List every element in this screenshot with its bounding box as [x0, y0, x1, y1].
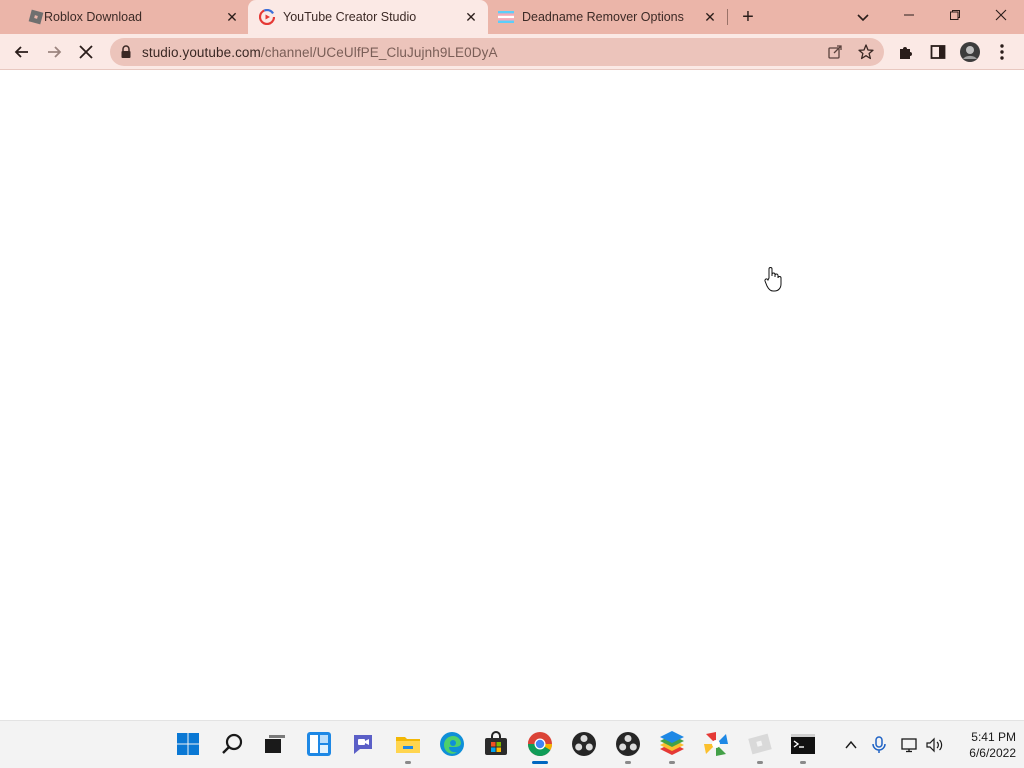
- menu-kebab-icon[interactable]: [992, 42, 1012, 62]
- clock-time: 5:41 PM: [971, 730, 1016, 744]
- tab-title: YouTube Creator Studio: [283, 10, 417, 24]
- url-host: studio.youtube.com: [142, 45, 261, 60]
- bookmark-star-icon[interactable]: [857, 43, 875, 61]
- back-icon[interactable]: [12, 42, 32, 62]
- close-window-icon[interactable]: [978, 0, 1024, 30]
- lock-icon[interactable]: [120, 45, 132, 59]
- show-hidden-icons-icon[interactable]: [841, 735, 861, 755]
- obs-icon[interactable]: [615, 731, 641, 757]
- close-icon[interactable]: ✕: [702, 9, 718, 25]
- chrome-icon[interactable]: [527, 731, 553, 757]
- task-view-icon[interactable]: [262, 731, 288, 757]
- edge-icon[interactable]: [439, 731, 465, 757]
- profile-avatar-icon[interactable]: [959, 41, 981, 63]
- roblox-icon[interactable]: [747, 731, 773, 757]
- app-icon[interactable]: [703, 731, 729, 757]
- address-bar[interactable]: studio.youtube.com/channel/UCeUlfPE_CluJ…: [110, 38, 884, 66]
- windows-taskbar: 5:41 PM 6/6/2022: [0, 720, 1024, 768]
- tab-youtube-creator-studio[interactable]: YouTube Creator Studio ✕: [248, 0, 488, 34]
- clock-date: 6/6/2022: [969, 746, 1016, 760]
- search-icon[interactable]: [219, 731, 245, 757]
- url-text: studio.youtube.com/channel/UCeUlfPE_CluJ…: [142, 45, 498, 60]
- bluestacks-icon[interactable]: [659, 731, 685, 757]
- tab-title: Deadname Remover Options: [522, 10, 684, 24]
- store-icon[interactable]: [483, 731, 509, 757]
- close-icon[interactable]: ✕: [224, 9, 240, 25]
- page-content-blank[interactable]: [0, 71, 1024, 720]
- tab-title: Roblox Download: [44, 10, 142, 24]
- stop-loading-icon[interactable]: [76, 42, 96, 62]
- terminal-icon[interactable]: [790, 731, 816, 757]
- volume-icon[interactable]: [925, 735, 945, 755]
- tab-roblox-download[interactable]: Roblox Download ✕: [8, 0, 248, 34]
- network-icon[interactable]: [900, 735, 920, 755]
- trans-flag-icon: [498, 9, 514, 25]
- running-indicator: [669, 761, 675, 764]
- clock[interactable]: 5:41 PM 6/6/2022: [952, 729, 1016, 761]
- youtube-studio-icon: [258, 8, 276, 26]
- tab-search-icon[interactable]: [853, 7, 873, 27]
- extensions-icon[interactable]: [896, 42, 916, 62]
- widgets-icon[interactable]: [306, 731, 332, 757]
- close-icon[interactable]: ✕: [463, 9, 479, 25]
- share-icon[interactable]: [826, 43, 844, 61]
- roblox-icon: [28, 9, 44, 25]
- running-indicator: [405, 761, 411, 764]
- restore-icon[interactable]: [932, 0, 978, 30]
- hand-cursor-icon: [764, 266, 782, 292]
- obs-icon[interactable]: [571, 731, 597, 757]
- microphone-icon[interactable]: [869, 735, 889, 755]
- running-indicator: [757, 761, 763, 764]
- new-tab-icon[interactable]: +: [738, 7, 758, 27]
- active-indicator: [532, 761, 548, 764]
- browser-window: Roblox Download ✕ YouTube Creator Studio…: [0, 0, 1024, 720]
- forward-icon[interactable]: [44, 42, 64, 62]
- side-panel-icon[interactable]: [928, 42, 948, 62]
- chat-icon[interactable]: [350, 731, 376, 757]
- browser-toolbar: studio.youtube.com/channel/UCeUlfPE_CluJ…: [0, 34, 1024, 70]
- minimize-icon[interactable]: [886, 0, 932, 30]
- url-path: /channel/UCeUlfPE_CluJujnh9LE0DyA: [260, 45, 498, 60]
- tab-deadname-remover-options[interactable]: Deadname Remover Options ✕: [488, 0, 728, 34]
- running-indicator: [625, 761, 631, 764]
- start-icon[interactable]: [175, 731, 201, 757]
- tab-strip: Roblox Download ✕ YouTube Creator Studio…: [0, 0, 1024, 34]
- running-indicator: [800, 761, 806, 764]
- tab-separator: [727, 9, 728, 25]
- file-explorer-icon[interactable]: [395, 731, 421, 757]
